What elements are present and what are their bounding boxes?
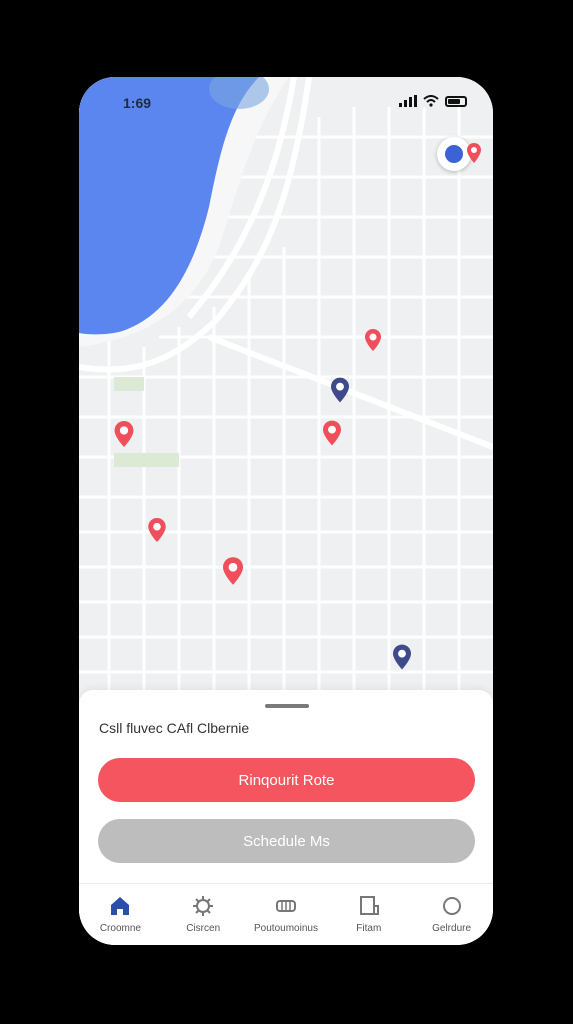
poi-marker-red[interactable] xyxy=(323,420,341,446)
map-canvas[interactable] xyxy=(79,77,493,717)
status-icons xyxy=(399,95,467,107)
map-pin-icon[interactable] xyxy=(467,143,481,163)
sheet-title: Csll fluvec CAfl Clbernie xyxy=(99,720,250,736)
tab-home[interactable]: Croomne xyxy=(79,884,162,945)
home-icon xyxy=(111,897,130,915)
settings-icon xyxy=(193,896,214,916)
status-time: 1:69 xyxy=(123,95,152,111)
primary-action-button[interactable]: Rinqourit Rote xyxy=(98,758,475,802)
poi-marker-navy[interactable] xyxy=(393,644,411,670)
secondary-action-button[interactable]: Schedule Ms xyxy=(98,819,475,863)
poi-marker-red[interactable] xyxy=(365,329,381,351)
tab-label: Gelrdure xyxy=(432,923,472,934)
map-view[interactable]: 1:69 xyxy=(79,77,493,717)
tab-documents[interactable]: Fitam xyxy=(327,884,410,945)
tab-vehicle[interactable]: Poutoumoinus xyxy=(245,884,328,945)
tab-label: Fitam xyxy=(356,923,382,934)
my-location-button[interactable] xyxy=(437,137,471,171)
tab-settings[interactable]: Cisrcen xyxy=(162,884,245,945)
tab-label: Cisrcen xyxy=(186,923,221,934)
tab-profile[interactable]: Gelrdure xyxy=(410,884,493,945)
document-icon xyxy=(359,896,379,915)
location-icon xyxy=(445,145,463,163)
signal-icon xyxy=(399,95,417,107)
tab-label: Croomne xyxy=(99,923,141,934)
phone-screen: 1:69 Csll fluvec CAfl Clbernie Rinqourit… xyxy=(79,77,493,945)
poi-marker-navy[interactable] xyxy=(331,377,349,403)
vehicle-icon xyxy=(275,900,296,912)
poi-marker-red[interactable] xyxy=(148,518,166,542)
wifi-icon xyxy=(423,95,439,107)
bottom-tab-bar: Croomne Cisrcen Poutoumoinus Fitam Gelrd… xyxy=(79,883,493,945)
circle-icon xyxy=(442,897,461,915)
tab-label: Poutoumoinus xyxy=(254,923,318,934)
poi-marker-red[interactable] xyxy=(223,557,243,585)
battery-icon xyxy=(445,95,467,107)
sheet-drag-handle[interactable] xyxy=(265,704,309,708)
poi-marker-red[interactable] xyxy=(114,421,134,447)
